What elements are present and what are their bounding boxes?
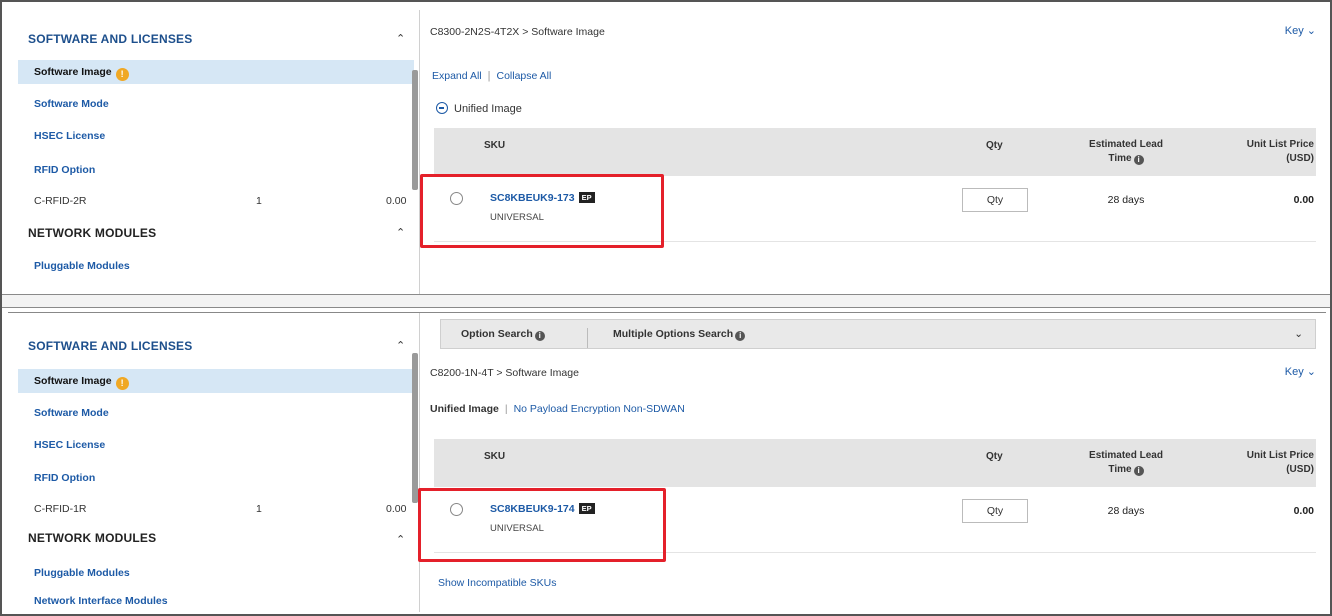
no-payload-encryption-link[interactable]: No Payload Encryption Non-SDWAN: [514, 403, 685, 415]
col-sku: SKU: [484, 451, 506, 462]
col-lead-line2: Time: [1108, 464, 1132, 475]
top-configurator-panel: SOFTWARE AND LICENSES ⌃ Software Image! …: [8, 10, 1326, 294]
table-header: SKU Qty Estimated Lead Time i Unit List P…: [434, 439, 1316, 487]
col-unit-price: Unit List Price (USD): [1220, 449, 1314, 477]
bottom-main-content: Option Search i Multiple Options Search i …: [422, 313, 1326, 612]
multiple-options-search-label: Multiple Options Search: [613, 328, 734, 340]
rfid-qty: 1: [256, 503, 262, 515]
sidebar-item-network-interface-modules[interactable]: Network Interface Modules: [18, 589, 414, 613]
panel-separator: [2, 294, 1330, 308]
col-lead-line2: Time: [1108, 153, 1132, 164]
rfid-price: 0.00: [386, 503, 407, 515]
info-icon[interactable]: i: [735, 331, 746, 341]
sidebar-item-rfid-option[interactable]: RFID Option: [18, 158, 414, 182]
link-divider: |: [487, 70, 491, 82]
expand-collapse-links: Expand All | Collapse All: [432, 70, 551, 82]
sidebar-item-software-mode[interactable]: Software Mode: [18, 401, 414, 425]
info-icon[interactable]: i: [534, 331, 545, 341]
qty-input[interactable]: Qty: [962, 499, 1028, 523]
chevron-up-icon[interactable]: ⌃: [396, 226, 405, 239]
qty-input[interactable]: Qty: [962, 188, 1028, 212]
col-price-line2: (USD): [1286, 153, 1314, 164]
red-highlight-box: [420, 174, 664, 248]
multiple-options-search-tab[interactable]: Multiple Options Search i: [613, 328, 746, 341]
option-search-tab[interactable]: Option Search i: [461, 328, 545, 341]
col-qty: Qty: [986, 451, 1003, 462]
price-value: 0.00: [1293, 194, 1314, 206]
sidebar-item-software-image[interactable]: Software Image!: [18, 60, 414, 84]
info-icon[interactable]: i: [1133, 155, 1144, 165]
top-main-content: C8300-2N2S-4T2X > Software Image Key ⌄ E…: [422, 10, 1326, 294]
col-lead-time: Estimated Lead Time i: [1066, 449, 1186, 477]
sidebar-item-hsec-license[interactable]: HSEC License: [18, 124, 414, 148]
show-incompatible-skus-link[interactable]: Show Incompatible SKUs: [438, 577, 556, 589]
unified-image-label: Unified Image: [454, 103, 522, 115]
options-search-bar: Option Search i Multiple Options Search i …: [440, 319, 1316, 349]
sidebar-item-software-mode[interactable]: Software Mode: [18, 92, 414, 116]
option-search-label: Option Search: [461, 328, 533, 340]
sidebar-item-label: Software Image: [34, 66, 112, 78]
table-header: SKU Qty Estimated Lead Time i Unit List P…: [434, 128, 1316, 176]
chevron-up-icon[interactable]: ⌃: [396, 533, 405, 546]
col-lead-line1: Estimated Lead: [1089, 139, 1163, 150]
red-highlight-box: [418, 488, 666, 562]
bottom-sidebar: SOFTWARE AND LICENSES ⌃ Software Image! …: [8, 313, 420, 612]
unified-image-label: Unified Image: [430, 403, 499, 415]
col-lead-time: Estimated Lead Time i: [1066, 138, 1186, 166]
col-lead-line1: Estimated Lead: [1089, 450, 1163, 461]
sidebar-item-pluggable-modules[interactable]: Pluggable Modules: [18, 561, 414, 585]
warning-icon: !: [115, 68, 129, 81]
col-sku: SKU: [484, 140, 506, 151]
expand-all-link[interactable]: Expand All: [432, 70, 482, 82]
unified-image-filter: Unified Image | No Payload Encryption Non-…: [430, 403, 685, 415]
section-software-and-licenses[interactable]: SOFTWARE AND LICENSES: [28, 339, 192, 353]
col-qty: Qty: [986, 140, 1003, 151]
col-price-line2: (USD): [1286, 464, 1314, 475]
lead-time-value: 28 days: [1107, 505, 1145, 517]
top-sidebar: SOFTWARE AND LICENSES ⌃ Software Image! …: [8, 10, 420, 294]
sidebar-item-hsec-license[interactable]: HSEC License: [18, 433, 414, 457]
chevron-down-icon[interactable]: ⌄: [1294, 328, 1303, 340]
sidebar-scrollbar[interactable]: [412, 70, 418, 190]
breadcrumb: C8300-2N2S-4T2X > Software Image: [430, 26, 605, 38]
breadcrumb: C8200-1N-4T > Software Image: [430, 367, 579, 379]
info-icon[interactable]: i: [1133, 466, 1144, 476]
sidebar-item-software-image[interactable]: Software Image!: [18, 369, 414, 393]
key-dropdown[interactable]: Key ⌄: [1285, 24, 1316, 37]
section-network-modules[interactable]: NETWORK MODULES: [28, 531, 156, 545]
rfid-qty: 1: [256, 195, 262, 207]
col-unit-price: Unit List Price (USD): [1220, 138, 1314, 166]
rfid-name: C-RFID-2R: [34, 195, 87, 207]
section-software-and-licenses[interactable]: SOFTWARE AND LICENSES: [28, 32, 192, 46]
bottom-configurator-panel: SOFTWARE AND LICENSES ⌃ Software Image! …: [8, 312, 1326, 612]
col-price-line1: Unit List Price: [1246, 450, 1314, 461]
price-value: 0.00: [1293, 505, 1314, 517]
rfid-name: C-RFID-1R: [34, 503, 87, 515]
section-network-modules[interactable]: NETWORK MODULES: [28, 226, 156, 240]
key-dropdown[interactable]: Key ⌄: [1285, 365, 1316, 378]
collapse-all-link[interactable]: Collapse All: [496, 70, 551, 82]
sidebar-item-rfid-option[interactable]: RFID Option: [18, 466, 414, 490]
chevron-up-icon[interactable]: ⌃: [396, 339, 405, 352]
lead-time-value: 28 days: [1107, 194, 1145, 206]
sidebar-item-label: Software Image: [34, 375, 112, 387]
tab-divider: [587, 328, 588, 348]
sidebar-scrollbar[interactable]: [412, 353, 418, 503]
sidebar-item-pluggable-modules[interactable]: Pluggable Modules: [18, 254, 414, 278]
col-price-line1: Unit List Price: [1246, 139, 1314, 150]
collapse-minus-icon: [436, 102, 448, 114]
unified-image-group[interactable]: Unified Image: [436, 102, 522, 115]
rfid-price: 0.00: [386, 195, 407, 207]
warning-icon: !: [115, 377, 129, 390]
filter-divider: |: [504, 403, 508, 415]
chevron-up-icon[interactable]: ⌃: [396, 32, 405, 45]
